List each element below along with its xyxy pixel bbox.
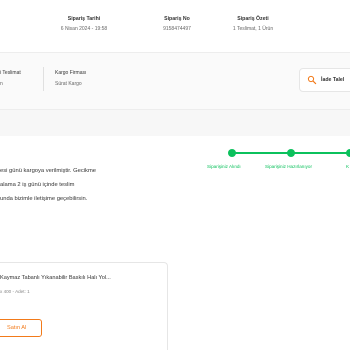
order-summary-value: 1 Teslimat, 1 Ürün [232, 26, 274, 32]
order-summary-label: Sipariş Özeti [237, 16, 269, 22]
return-request-button[interactable]: İade Talel [299, 68, 350, 92]
order-date-value: 6 Nisan 2024 - 19:58 [60, 26, 108, 32]
order-summary-header: Sipariş Tarihi 6 Nisan 2024 - 19:58 Sipa… [0, 0, 350, 52]
section-band [0, 110, 350, 136]
order-number-value: 9158474497 [163, 26, 191, 32]
cargo-company-label: Kargo Firması [55, 70, 87, 76]
order-date-column: Sipariş Tarihi 6 Nisan 2024 - 19:58 [56, 16, 112, 32]
delivery-column: i Teslimat n [0, 70, 21, 87]
product-meta: x 400 - Adet: 1 [0, 289, 30, 294]
product-name[interactable]: Kaymaz Tabanlı Yıkanabilir Baskılı Halı … [0, 275, 111, 281]
message-line: alama 2 iş günü içinde teslim [0, 182, 75, 188]
shipment-info: i Teslimat n Kargo Firması Sürat Kargo [0, 53, 350, 109]
cargo-company-value: Sürat Kargo [55, 81, 82, 87]
order-number-label: Sipariş No [164, 16, 190, 22]
return-box-icon [307, 75, 317, 85]
step-dot-received [228, 149, 236, 157]
product-card: Kaymaz Tabanlı Yıkanabilir Baskılı Halı … [0, 262, 168, 350]
step-label-received: Siparişiniz Alındı [207, 164, 241, 169]
buy-again-label: Satın Al [7, 325, 27, 331]
step-label-preparing: Siparişiniz Hazırlanıyor [265, 164, 312, 169]
buy-again-button[interactable]: Satın Al [0, 319, 42, 337]
message-line: esi günü kargoya verilmiştir. Gecikme [0, 168, 97, 174]
order-number-column: Sipariş No 9158474497 [150, 16, 204, 32]
cargo-column: Kargo Firması Sürat Kargo [55, 70, 86, 87]
column-separator [43, 67, 44, 91]
shipping-message: esi günü kargoya verilmiştir. Gecikme al… [0, 164, 200, 206]
step-dot-preparing [287, 149, 295, 157]
step-label-shipped: K [346, 164, 350, 169]
order-summary-column: Sipariş Özeti 1 Teslimat, 1 Ürün [226, 16, 280, 32]
step-dot-shipped [346, 149, 350, 157]
message-line: unda bizimle iletişime geçebilirsin. [0, 196, 88, 202]
return-request-label: İade Talel [321, 77, 345, 83]
order-date-label: Sipariş Tarihi [67, 16, 101, 22]
delivery-label: i Teslimat [0, 70, 21, 76]
delivery-value: n [0, 81, 3, 87]
